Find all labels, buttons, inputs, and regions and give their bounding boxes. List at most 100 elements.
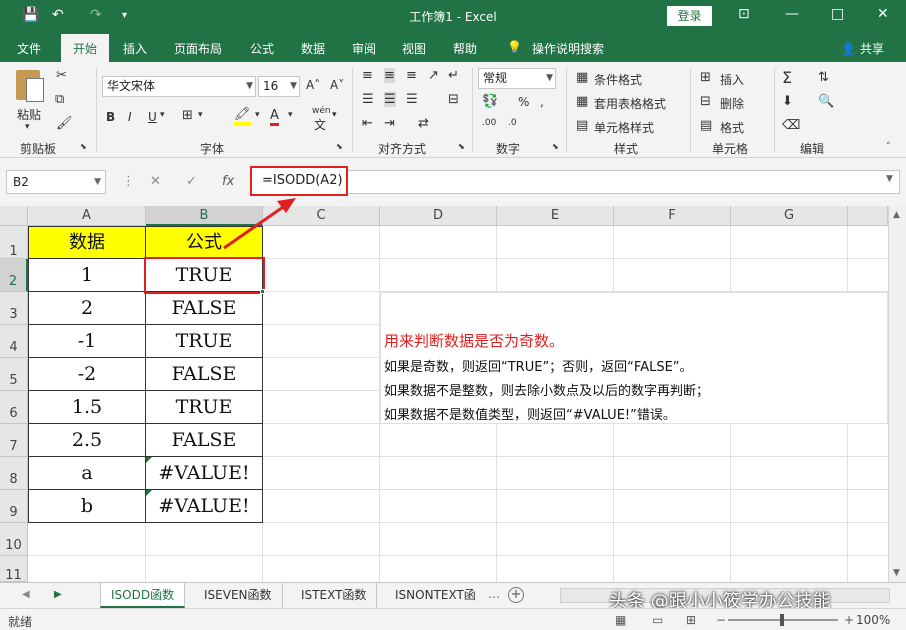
paste-icon[interactable] [16,70,46,104]
row-header-2[interactable]: 2 [0,259,28,292]
font-launcher-icon[interactable]: ⬊ [336,142,343,151]
font-color-icon[interactable]: A [270,108,279,126]
find-select-icon[interactable]: 🔍 [818,94,834,109]
delete-cells-button[interactable]: 删除 [720,95,744,112]
format-painter-icon[interactable]: 🖌 [56,116,73,131]
sheet-tab-istext[interactable]: ISTEXT函数 [291,583,378,608]
decrease-font-icon[interactable]: A˅ [330,78,344,92]
cell-b8[interactable]: #VALUE! [146,457,263,490]
delete-cells-icon[interactable]: ⊟ [700,94,711,109]
number-launcher-icon[interactable]: ⬊ [552,142,559,151]
conditional-format-icon[interactable]: ▦ [576,70,588,85]
borders-icon[interactable]: ⊞ [182,108,193,123]
tab-review[interactable]: 审阅 [352,40,376,57]
cell-b1[interactable]: 公式 [146,226,263,259]
enter-formula-icon[interactable]: ✓ [186,174,197,189]
align-top-icon[interactable]: ≡ [362,68,373,83]
underline-dropdown-icon[interactable]: ▾ [160,110,165,120]
share-button[interactable]: 👤 共享 [841,40,884,57]
row-header-10[interactable]: 10 [0,523,28,556]
currency-format-icon[interactable]: 💱 [482,94,498,109]
select-all-corner[interactable] [0,206,28,226]
cell-b5[interactable]: FALSE [146,358,263,391]
minimize-button[interactable]: — [785,6,799,22]
vertical-scrollbar[interactable]: ▲ ▼ [888,206,906,582]
column-header-c[interactable]: C [263,206,380,226]
cell-a4[interactable]: -1 [28,325,146,358]
cell-a7[interactable]: 2.5 [28,424,146,457]
cell-b3[interactable]: FALSE [146,292,263,325]
normal-view-icon[interactable]: ▦ [615,613,626,627]
cell-a8[interactable]: a [28,457,146,490]
login-button[interactable]: 登录 [667,6,712,26]
column-header-d[interactable]: D [380,206,497,226]
row-header-1[interactable]: 1 [0,226,28,259]
paste-dropdown-icon[interactable]: ▾ [25,122,30,132]
ribbon-display-icon[interactable]: ⊡ [738,6,750,22]
sheet-tab-isnontext[interactable]: ISNONTEXT函 [385,583,486,608]
zoom-level[interactable]: 100% [856,613,890,627]
cell-a2[interactable]: 1 [28,259,146,292]
increase-font-icon[interactable]: A˄ [306,78,320,92]
cell-a3[interactable]: 2 [28,292,146,325]
row-header-3[interactable]: 3 [0,292,28,325]
italic-button[interactable]: I [128,110,132,124]
font-color-dropdown-icon[interactable]: ▾ [288,110,293,120]
restore-button[interactable]: □ [831,6,844,22]
tell-me-search[interactable]: 操作说明搜索 [532,40,604,57]
underline-button[interactable]: U [148,110,157,124]
add-sheet-button[interactable]: + [508,587,524,603]
font-size-combo[interactable]: 16 ▼ [258,76,300,97]
cell-b4[interactable]: TRUE [146,325,263,358]
align-right-icon[interactable]: ☰ [406,92,418,107]
increase-decimal-icon[interactable]: .00 [482,118,496,128]
cell-b9[interactable]: #VALUE! [146,490,263,523]
zoom-in-button[interactable]: + [844,613,854,627]
text-direction-icon[interactable]: ⇄ [418,116,429,131]
comma-style-button[interactable]: , [540,95,544,109]
tab-data[interactable]: 数据 [301,40,325,57]
formula-input[interactable]: =ISODD(A2) [250,166,348,196]
font-name-combo[interactable]: 华文宋体 ▼ [102,76,256,97]
tab-file[interactable]: 文件 [17,40,41,57]
decrease-decimal-icon[interactable]: .0 [508,118,517,128]
worksheet-grid[interactable]: A B C D E F G 1 2 3 4 5 6 7 8 9 10 11 数据… [0,206,888,582]
row-header-6[interactable]: 6 [0,391,28,424]
more-sheets-icon[interactable]: … [488,587,500,601]
merge-center-icon[interactable]: ⊟ [448,92,459,107]
borders-dropdown-icon[interactable]: ▾ [198,110,203,120]
column-header-e[interactable]: E [497,206,614,226]
row-header-8[interactable]: 8 [0,457,28,490]
format-cells-button[interactable]: 格式 [720,119,744,136]
page-layout-view-icon[interactable]: ▭ [652,613,663,627]
phonetic-char-icon[interactable]: 文 [314,116,326,133]
table-format-icon[interactable]: ▦ [576,94,588,109]
sort-filter-icon[interactable]: ⇅ [818,70,829,85]
paste-button[interactable]: 粘贴 [17,106,41,123]
clipboard-launcher-icon[interactable]: ⬊ [80,142,87,151]
align-middle-icon[interactable]: ≡ [384,68,395,83]
column-header-b[interactable]: B [146,206,263,226]
fill-color-dropdown-icon[interactable]: ▾ [255,110,260,120]
align-bottom-icon[interactable]: ≡ [406,68,417,83]
bold-button[interactable]: B [106,110,115,124]
column-header-g[interactable]: G [731,206,848,226]
zoom-out-button[interactable]: − [716,613,726,627]
insert-function-icon[interactable]: fx [222,174,234,189]
tab-view[interactable]: 视图 [402,40,426,57]
zoom-slider-handle[interactable] [780,614,784,626]
tab-home[interactable]: 开始 [61,34,110,62]
fill-handle[interactable] [260,289,265,294]
tab-insert[interactable]: 插入 [123,40,147,57]
number-format-combo[interactable]: 常规 ▼ [478,68,556,89]
scroll-up-icon[interactable]: ▲ [893,210,900,220]
sheet-tab-isodd[interactable]: ISODD函数 [100,583,186,608]
row-header-5[interactable]: 5 [0,358,28,391]
close-button[interactable]: ✕ [877,6,889,22]
cell-a1[interactable]: 数据 [28,226,146,259]
collapse-ribbon-icon[interactable]: ˄ [886,142,891,152]
clear-icon[interactable]: ⌫ [782,118,800,133]
row-header-4[interactable]: 4 [0,325,28,358]
align-center-icon[interactable]: ☰ [384,92,396,107]
percent-style-button[interactable]: % [518,95,529,109]
